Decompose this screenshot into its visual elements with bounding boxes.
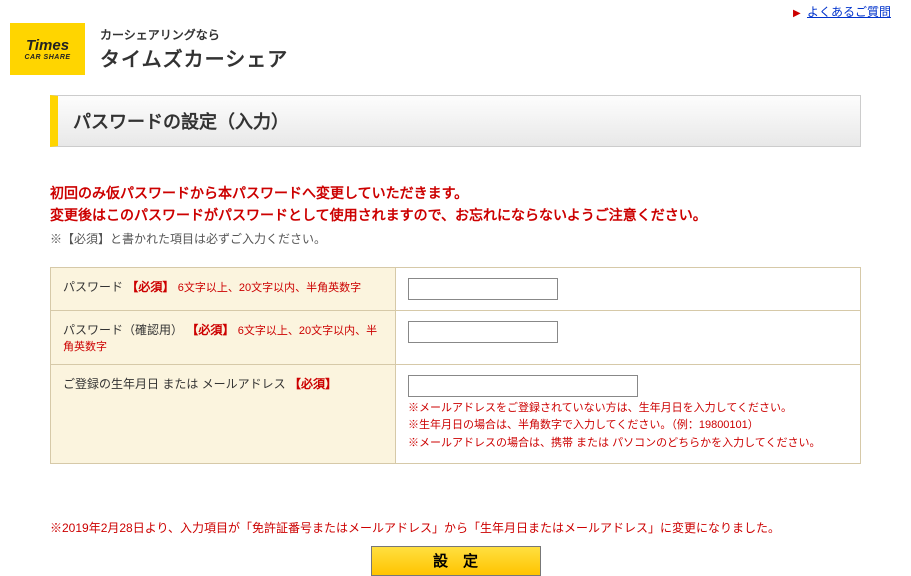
birth-email-notes: ※メールアドレスをご登録されていない方は、生年月日を入力してください。 ※生年月… xyxy=(408,400,848,453)
main-container: パスワードの設定（入力） 初回のみ仮パスワードから本パスワードへ変更していただき… xyxy=(0,95,911,576)
logo-line2: CAR SHARE xyxy=(24,54,70,61)
form-table: パスワード 【必須】 6文字以上、20文字以内、半角英数字 パスワード（確認用）… xyxy=(50,267,861,464)
label-password-confirm: パスワード（確認用） 【必須】 6文字以上、20文字以内、半角英数字 xyxy=(51,310,396,364)
birth-email-label-text: ご登録の生年月日 または メールアドレス xyxy=(63,377,286,391)
arrow-icon: ▶ xyxy=(793,8,801,19)
brand-text: カーシェアリングなら タイムズカーシェア xyxy=(100,26,288,72)
change-notice: ※2019年2月28日より、入力項目が「免許証番号またはメールアドレス」から「生… xyxy=(50,519,861,536)
cell-password xyxy=(396,267,861,310)
intro-block: 初回のみ仮パスワードから本パスワードへ変更していただきます。 変更後はこのパスワ… xyxy=(50,182,861,247)
password-confirm-input[interactable] xyxy=(408,321,558,343)
note1: ※メールアドレスをご登録されていない方は、生年月日を入力してください。 xyxy=(408,400,848,418)
cell-password-confirm xyxy=(396,310,861,364)
password-input[interactable] xyxy=(408,278,558,300)
row-password-confirm: パスワード（確認用） 【必須】 6文字以上、20文字以内、半角英数字 xyxy=(51,310,861,364)
page-title: パスワードの設定（入力） xyxy=(50,95,861,147)
label-birth-email: ご登録の生年月日 または メールアドレス 【必須】 xyxy=(51,364,396,463)
intro-line2: 変更後はこのパスワードがパスワードとして使用されますので、お忘れにならないようご… xyxy=(50,204,861,226)
required-mark: 【必須】 xyxy=(289,377,337,391)
password-hint: 6文字以上、20文字以内、半角英数字 xyxy=(178,282,361,294)
row-password: パスワード 【必須】 6文字以上、20文字以内、半角英数字 xyxy=(51,267,861,310)
logo-line1: Times xyxy=(26,37,69,54)
required-mark: 【必須】 xyxy=(126,280,174,294)
password-label-text: パスワード xyxy=(63,280,123,294)
intro-note: ※【必須】と書かれた項目は必ずご入力ください。 xyxy=(50,230,861,247)
brand-tagline: カーシェアリングなら xyxy=(100,26,288,43)
required-mark: 【必須】 xyxy=(186,323,234,337)
note3: ※メールアドレスの場合は、携帯 または パソコンのどちらかを入力してください。 xyxy=(408,435,848,453)
intro-line1: 初回のみ仮パスワードから本パスワードへ変更していただきます。 xyxy=(50,182,861,204)
top-link-area: ▶ よくあるご質問 xyxy=(0,0,911,23)
header: Times CAR SHARE カーシェアリングなら タイムズカーシェア xyxy=(0,23,911,75)
logo: Times CAR SHARE xyxy=(10,23,85,75)
password-confirm-label-text: パスワード（確認用） xyxy=(63,323,183,337)
birth-email-input[interactable] xyxy=(408,375,638,397)
cell-birth-email: ※メールアドレスをご登録されていない方は、生年月日を入力してください。 ※生年月… xyxy=(396,364,861,463)
row-birth-email: ご登録の生年月日 または メールアドレス 【必須】 ※メールアドレスをご登録され… xyxy=(51,364,861,463)
note2: ※生年月日の場合は、半角数字で入力してください。（例：19800101） xyxy=(408,417,848,435)
label-password: パスワード 【必須】 6文字以上、20文字以内、半角英数字 xyxy=(51,267,396,310)
brand-name: タイムズカーシェア xyxy=(100,43,288,72)
faq-link[interactable]: よくあるご質問 xyxy=(807,5,891,19)
